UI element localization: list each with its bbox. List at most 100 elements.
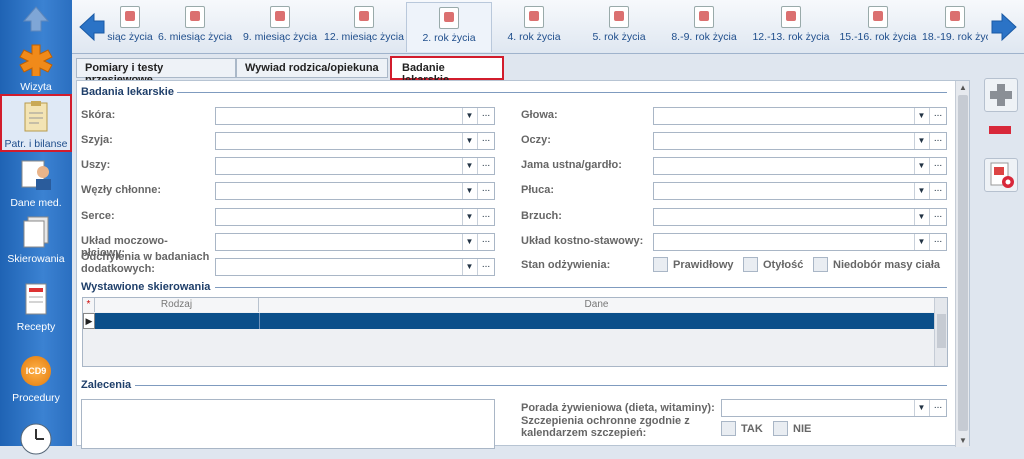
scroll-down-icon[interactable]: ▼ [959,436,967,445]
chevron-down-icon[interactable]: ▼ [914,209,928,225]
nav-dane-med[interactable]: Dane med. [0,158,72,209]
scroll-up-icon[interactable]: ▲ [959,83,967,92]
exam-field-3[interactable]: ▼... [215,182,495,200]
grid-scrollbar[interactable] [934,298,947,366]
chevron-down-icon[interactable]: ▼ [914,183,928,199]
nav-patronaze[interactable]: Patr. i bilanse [0,94,72,152]
nav-clock[interactable] [0,422,72,455]
column-header-rodzaj[interactable]: Rodzaj [95,298,259,312]
card-icon [945,6,965,28]
exam-field-5[interactable]: ▼... [215,233,495,251]
nav-up-arrow[interactable] [0,2,72,38]
recommendations-textarea[interactable] [81,399,495,449]
tab-age-10[interactable]: 18.-19. rok życia [922,2,988,52]
remove-button[interactable] [984,114,1018,148]
ellipsis-button[interactable]: ... [929,158,946,174]
exam-field-0[interactable]: ▼... [215,107,495,125]
tabs-right-arrow-icon[interactable] [990,12,1018,42]
field-label: Węzły chłonne: [81,184,162,196]
scroll-thumb[interactable] [958,95,968,431]
chevron-down-icon[interactable]: ▼ [462,209,476,225]
chevron-down-icon[interactable]: ▼ [462,133,476,149]
ellipsis-button[interactable]: ... [929,133,946,149]
exam-field-right-2[interactable]: ▼... [653,157,947,175]
ellipsis-button[interactable]: ... [477,133,494,149]
chevron-down-icon[interactable]: ▼ [462,234,476,250]
tab-pomiary[interactable]: Pomiary i testy przesiewowe [76,58,236,86]
chevron-down-icon[interactable]: ▼ [914,158,928,174]
tab-label: 8.-9. rok życia [671,31,737,43]
icd9-icon: ICD9 [21,356,51,386]
exam-field-4[interactable]: ▼... [215,208,495,226]
tab-badanie-lekarskie[interactable]: Badanie lekarskie [390,56,504,86]
chevron-down-icon[interactable]: ▼ [462,183,476,199]
section-divider [135,385,947,386]
tab-age-2[interactable]: 9. miesiąc życia [238,2,322,52]
card-icon [781,6,801,28]
field-label: Brzuch: [521,210,562,222]
tab-age-3[interactable]: 12. miesiąc życia [324,2,404,52]
tab-label: 12.-13. rok życia [752,31,830,43]
ellipsis-button[interactable]: ... [477,234,494,250]
exam-field-right-3[interactable]: ▼... [653,182,947,200]
chevron-down-icon[interactable]: ▼ [914,133,928,149]
exam-field-right-5[interactable]: ▼... [653,233,947,251]
nav-wizyta[interactable]: Wizyta [0,42,72,93]
checkbox-niedobor[interactable] [813,257,828,272]
exam-field-6[interactable]: ▼... [215,258,495,276]
checkbox-otylosc[interactable] [743,257,758,272]
tabs-left-arrow-icon[interactable] [78,12,106,42]
checkbox-prawidlowy[interactable] [653,257,668,272]
exam-field-right-1[interactable]: ▼... [653,132,947,150]
exam-field-right-0[interactable]: ▼... [653,107,947,125]
checkbox-tak[interactable] [721,421,736,436]
checkbox-nie[interactable] [773,421,788,436]
tab-age-1[interactable]: 6. miesiąc życia [154,2,236,52]
ellipsis-button[interactable]: ... [929,400,946,416]
exam-field-2[interactable]: ▼... [215,157,495,175]
chevron-down-icon[interactable]: ▼ [462,259,476,275]
section-tabs: Pomiary i testy przesiewowe Wywiad rodzi… [76,56,976,86]
ellipsis-button[interactable]: ... [477,209,494,225]
left-navigation: Wizyta Patr. i bilanse Dane med. Skierow… [0,0,72,455]
card-remove-button[interactable] [984,158,1018,192]
nav-recepty[interactable]: Recepty [0,282,72,340]
referrals-grid[interactable]: * Rodzaj Dane ▶ [82,297,948,367]
nav-skierowania[interactable]: Skierowania [0,214,72,270]
tab-age-6[interactable]: 5. rok życia [578,2,660,52]
table-row[interactable] [95,313,935,329]
ellipsis-button[interactable]: ... [929,183,946,199]
tab-wywiad[interactable]: Wywiad rodzica/opiekuna [236,58,388,78]
ellipsis-button[interactable]: ... [477,259,494,275]
chevron-down-icon[interactable]: ▼ [914,400,928,416]
exam-field-1[interactable]: ▼... [215,132,495,150]
tab-age-7[interactable]: 8.-9. rok życia [662,2,746,52]
chevron-down-icon[interactable]: ▼ [914,108,928,124]
vaccination-label: Szczepienia ochronne zgodnie z kalendarz… [521,415,690,439]
tab-label: 4. rok życia [507,31,561,43]
ellipsis-button[interactable]: ... [477,108,494,124]
ellipsis-button[interactable]: ... [929,108,946,124]
tab-age-4[interactable]: 2. rok życia [406,2,492,52]
tab-age-9[interactable]: 15.-16. rok życia [836,2,920,52]
ellipsis-button[interactable]: ... [477,183,494,199]
plus-icon [990,84,1012,106]
column-header-dane[interactable]: Dane [259,298,935,312]
tab-age-0[interactable]: siąc życia [106,2,154,52]
add-button[interactable] [984,78,1018,112]
medical-star-icon [19,44,53,78]
chevron-down-icon[interactable]: ▼ [914,234,928,250]
nav-procedury[interactable]: ICD9 Procedury [0,356,72,410]
exam-field-right-4[interactable]: ▼... [653,208,947,226]
up-arrow-icon [22,6,50,32]
ellipsis-button[interactable]: ... [929,234,946,250]
tab-age-5[interactable]: 4. rok życia [492,2,576,52]
chevron-down-icon[interactable]: ▼ [462,158,476,174]
tab-age-8[interactable]: 12.-13. rok życia [748,2,834,52]
ellipsis-button[interactable]: ... [477,158,494,174]
diet-combo[interactable]: ▼ ... [721,399,947,417]
chevron-down-icon[interactable]: ▼ [462,108,476,124]
panel-scrollbar[interactable]: ▲ ▼ [955,81,969,447]
nav-label: Skierowania [7,253,65,265]
ellipsis-button[interactable]: ... [929,209,946,225]
